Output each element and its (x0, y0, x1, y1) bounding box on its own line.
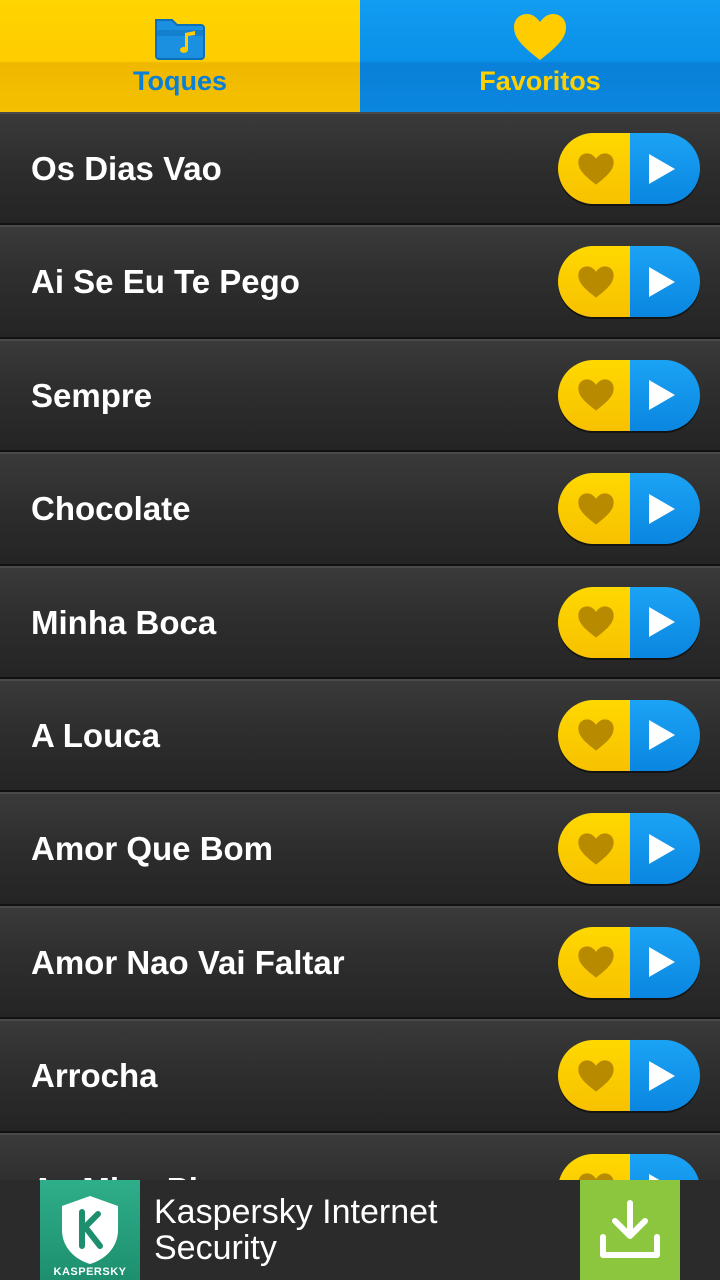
play-icon (649, 607, 675, 638)
heart-icon (578, 493, 614, 525)
download-icon (600, 1200, 660, 1258)
heart-icon (578, 719, 614, 752)
kaspersky-logo-text: KASPERSKY (53, 1266, 127, 1278)
favorite-button[interactable] (558, 586, 630, 658)
play-button[interactable] (630, 1153, 700, 1180)
ringtone-actions (558, 699, 700, 771)
favorite-button[interactable] (558, 699, 630, 771)
play-button[interactable] (630, 813, 700, 885)
ringtone-title: Sempre (31, 376, 153, 414)
heart-icon (578, 946, 614, 978)
ringtone-title: As Mina Pira (31, 1135, 229, 1180)
tab-toques-label: Toques (133, 66, 227, 96)
ringtone-actions (558, 1040, 700, 1112)
ad-title[interactable]: Kaspersky Internet Security (154, 1194, 554, 1266)
play-icon (649, 153, 675, 184)
play-button[interactable] (630, 1040, 700, 1112)
ringtone-title: Chocolate (31, 490, 191, 528)
favorite-button[interactable] (558, 813, 630, 885)
heart-icon (578, 1060, 614, 1092)
play-icon (649, 720, 675, 751)
ringtone-row[interactable]: Os Dias Vao (0, 112, 720, 226)
heart-icon (578, 152, 614, 185)
ringtone-title: Amor Nao Vai Faltar (31, 943, 345, 981)
play-button[interactable] (630, 473, 700, 545)
ringtone-row[interactable]: Ai Se Eu Te Pego (0, 225, 720, 339)
favorite-button[interactable] (558, 1040, 630, 1112)
play-button[interactable] (630, 586, 700, 658)
tab-favoritos-label: Favoritos (479, 66, 601, 96)
heart-icon (514, 14, 566, 60)
play-button[interactable] (630, 246, 700, 318)
play-icon (649, 1174, 660, 1180)
ringtone-row[interactable]: Sempre (0, 338, 720, 453)
play-icon (649, 947, 675, 978)
ringtone-title: Arrocha (31, 1057, 158, 1095)
tab-bar: Toques Favoritos (0, 0, 720, 112)
favorite-button[interactable] (558, 1153, 630, 1180)
play-button[interactable] (630, 359, 700, 431)
tab-toques[interactable]: Toques (0, 0, 360, 112)
kaspersky-shield-icon (62, 1196, 118, 1264)
ad-download-button[interactable] (580, 1180, 680, 1280)
tab-favoritos[interactable]: Favoritos (360, 0, 720, 112)
heart-icon (578, 606, 614, 638)
ringtone-row[interactable]: Arrocha (0, 1019, 720, 1133)
ringtone-actions (558, 813, 700, 885)
heart-icon (578, 1173, 614, 1180)
kaspersky-logo: KASPERSKY (40, 1180, 140, 1280)
favorite-button[interactable] (558, 473, 630, 545)
heart-icon (578, 379, 614, 411)
ringtone-actions (558, 1153, 700, 1180)
play-icon (649, 833, 675, 864)
favorite-button[interactable] (558, 133, 630, 204)
folder-music-icon (155, 19, 205, 60)
ringtone-title: Ai Se Eu Te Pego (31, 263, 300, 301)
ringtone-list[interactable]: Os Dias Vao Ai Se Eu Te Pego Sempre Choc… (0, 112, 720, 1180)
ringtone-row[interactable]: A Louca (0, 678, 720, 793)
ad-banner[interactable]: KASPERSKY Kaspersky Internet Security (0, 1180, 720, 1280)
favorite-button[interactable] (558, 359, 630, 431)
ringtone-row[interactable]: Amor Nao Vai Faltar (0, 905, 720, 1020)
ringtone-row[interactable]: Minha Boca (0, 565, 720, 679)
play-icon (649, 266, 675, 297)
heart-icon (578, 266, 614, 298)
ringtone-actions (558, 473, 700, 545)
play-icon (649, 380, 675, 411)
play-button[interactable] (630, 926, 700, 998)
heart-icon (578, 833, 614, 865)
ringtone-title: Os Dias Vao (31, 150, 222, 187)
play-icon (649, 493, 675, 524)
play-icon (649, 1060, 675, 1091)
ringtone-title: Minha Boca (31, 603, 217, 641)
ringtone-row[interactable]: Chocolate (0, 452, 720, 566)
play-button[interactable] (630, 699, 700, 771)
ringtone-actions (558, 586, 700, 658)
ringtone-actions (558, 246, 700, 318)
ringtone-actions (558, 359, 700, 431)
play-button[interactable] (630, 133, 700, 204)
ringtone-actions (558, 133, 700, 204)
favorite-button[interactable] (558, 246, 630, 318)
ringtone-row[interactable]: Amor Que Bom (0, 792, 720, 906)
ringtone-actions (558, 926, 700, 998)
ringtone-title: A Louca (31, 716, 160, 754)
favorite-button[interactable] (558, 926, 630, 998)
ringtone-title: Amor Que Bom (31, 830, 274, 868)
ringtone-row[interactable]: As Mina Pira (0, 1132, 720, 1180)
